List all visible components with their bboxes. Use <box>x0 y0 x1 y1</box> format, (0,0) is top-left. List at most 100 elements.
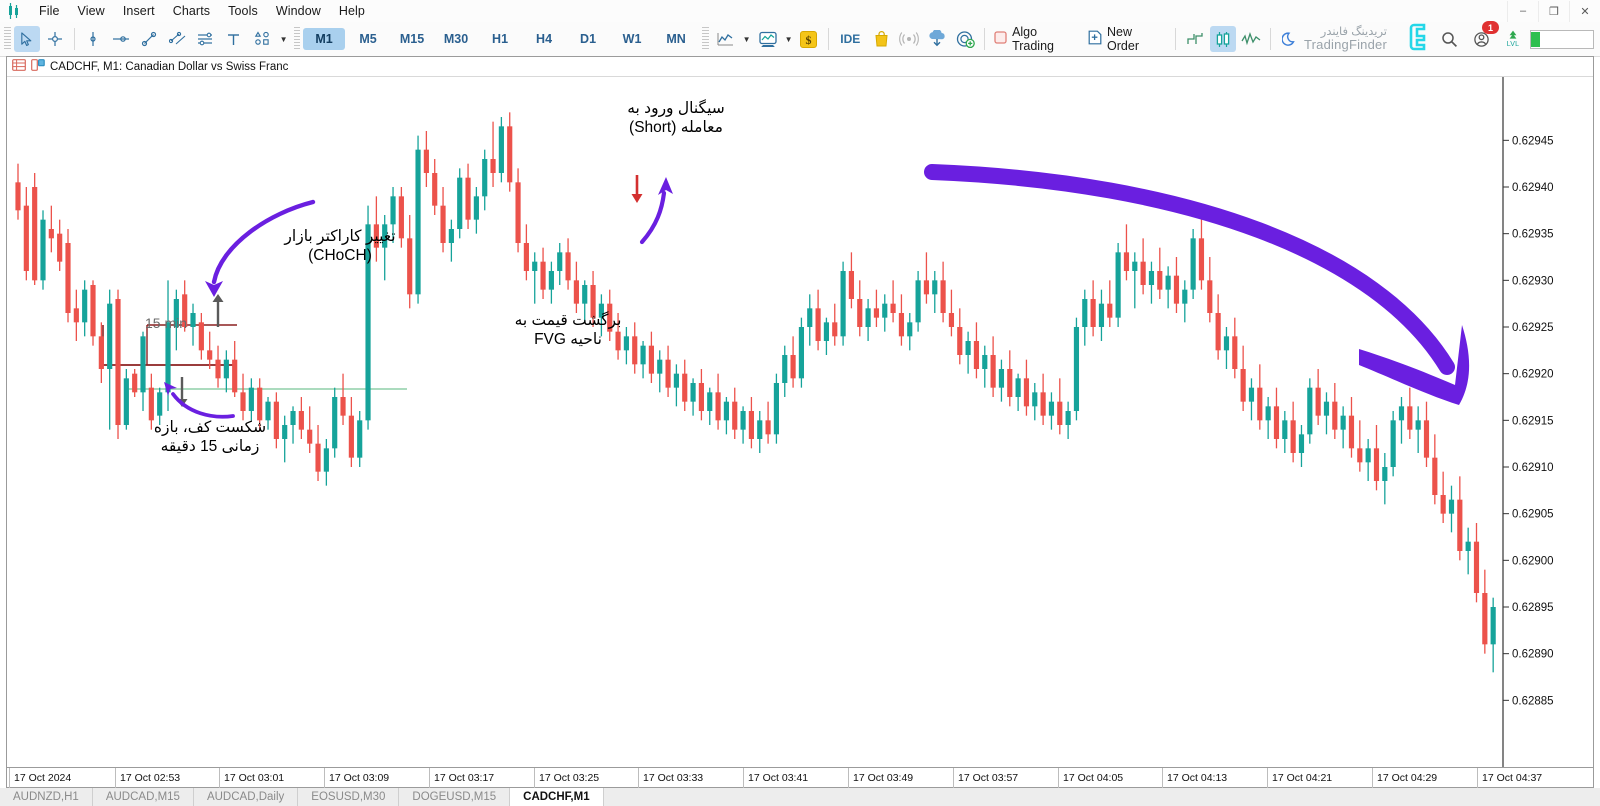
candle <box>873 289 880 327</box>
menu-item-tools[interactable]: Tools <box>219 2 267 20</box>
candle <box>1307 378 1313 444</box>
timeframe-h4[interactable]: H4 <box>523 28 565 50</box>
text-tool[interactable] <box>221 26 247 52</box>
shapes-tool-combo[interactable]: ▼ <box>248 26 290 52</box>
market-button[interactable] <box>868 26 894 52</box>
candle <box>890 280 896 323</box>
timeframe-w1[interactable]: W1 <box>611 28 653 50</box>
time-tick-label: 17 Oct 03:57 <box>953 768 1018 788</box>
toolbar-divider-5 <box>1269 28 1271 50</box>
algo-trading-icon <box>994 31 1007 47</box>
candle <box>1190 229 1196 299</box>
account-balance-bar[interactable] <box>1530 29 1594 49</box>
new-order-label: New Order <box>1107 25 1139 53</box>
candle <box>1340 406 1346 449</box>
line-chart-type-combo[interactable]: ▼ <box>711 26 753 52</box>
chart-tab-audnzd-h1[interactable]: AUDNZD,H1 <box>0 788 93 806</box>
timeframe-m1[interactable]: M1 <box>303 28 346 50</box>
signals-button[interactable] <box>896 26 922 52</box>
candle <box>73 289 79 341</box>
timeframe-m5[interactable]: M5 <box>347 28 389 50</box>
candle <box>1032 383 1038 421</box>
vps-button[interactable] <box>924 26 950 52</box>
chart-tab-eosusd-m30[interactable]: EOSUSD,M30 <box>298 788 400 806</box>
timeframe-m15[interactable]: M15 <box>391 28 433 50</box>
time-tick-label: 17 Oct 03:33 <box>638 768 703 788</box>
chevron-down-icon[interactable]: ▼ <box>741 26 753 52</box>
candle <box>765 401 771 444</box>
chevron-down-icon[interactable]: ▼ <box>278 26 290 52</box>
close-button[interactable]: ✕ <box>1569 0 1600 22</box>
toolbar-grip-timeframes[interactable] <box>293 27 301 51</box>
timeframe-d1[interactable]: D1 <box>567 28 609 50</box>
restore-button[interactable]: ❐ <box>1538 0 1569 22</box>
chart-tab-bar: AUDNZD,H1 AUDCAD,M15 AUDCAD,Daily EOSUSD,M3… <box>0 788 1600 806</box>
candle <box>1098 289 1105 341</box>
vertical-line-tool[interactable] <box>80 26 106 52</box>
chart-plot-area[interactable]: 0.62945 0.62940 0.62935 0.62930 0.62925 0.629… <box>7 77 1593 767</box>
zigzag-button[interactable] <box>1238 26 1264 52</box>
horizontal-line-tool[interactable] <box>108 26 134 52</box>
candle <box>740 406 746 444</box>
candle <box>1448 485 1455 533</box>
menu-item-help[interactable]: Help <box>330 2 374 20</box>
indicators-button[interactable] <box>754 26 782 52</box>
candlestick-chart-button[interactable] <box>1209 26 1236 52</box>
toolbar-grip-charttools[interactable] <box>702 27 709 51</box>
chart-tab-audcad-m15[interactable]: AUDCAD,M15 <box>92 788 194 806</box>
candle <box>1157 247 1163 299</box>
logo-mark-icon <box>1394 22 1428 56</box>
price-tick-group: 0.62945 0.62940 0.62935 0.62930 0.62925 0.629… <box>1503 135 1554 707</box>
timeframe-mn[interactable]: MN <box>655 28 697 50</box>
currency-button[interactable]: $ <box>796 26 822 52</box>
crosshair-tool[interactable] <box>42 26 68 52</box>
indicators-combo[interactable]: ▼ <box>753 26 795 52</box>
level-indicator[interactable]: LVL <box>1499 26 1527 52</box>
search-button[interactable] <box>1435 26 1463 52</box>
copy-trading-button[interactable] <box>952 26 978 52</box>
chart-tab-audcad-daily[interactable]: AUDCAD,Daily <box>193 788 299 806</box>
candle <box>990 336 996 397</box>
candle <box>107 289 113 430</box>
toolbar-divider-4 <box>1174 28 1176 50</box>
line-chart-type-button[interactable] <box>712 26 740 52</box>
candle <box>1473 523 1480 603</box>
menu-item-file[interactable]: File <box>30 2 69 20</box>
candle <box>723 397 729 435</box>
choch-annotation: تغییر کاراکتر بازار (CHoCH) <box>284 228 396 265</box>
candle <box>515 168 521 253</box>
timeframe-h1[interactable]: H1 <box>479 28 521 50</box>
algo-trading-button[interactable]: Algo Trading <box>990 25 1084 53</box>
menu-item-insert[interactable]: Insert <box>114 2 164 20</box>
candle <box>423 131 429 187</box>
low-break-arrow <box>164 382 235 419</box>
candle <box>1440 471 1446 523</box>
chart-header: CADCHF, M1: Canadian Dollar vs Swiss Fra… <box>7 57 1593 77</box>
step-chart-button[interactable] <box>1182 26 1208 52</box>
candle <box>415 135 421 304</box>
fibonacci-tool[interactable] <box>193 26 219 52</box>
minimize-button[interactable]: – <box>1507 0 1538 22</box>
timeframe-m30[interactable]: M30 <box>435 28 477 50</box>
candle <box>1023 359 1030 416</box>
menu-item-window[interactable]: Window <box>267 2 330 20</box>
candle <box>315 425 321 481</box>
select-cursor-tool[interactable] <box>13 26 40 52</box>
menu-item-charts[interactable]: Charts <box>164 2 219 20</box>
chart-tab-cadchf-m1[interactable]: CADCHF,M1 <box>510 788 604 806</box>
metaeditor-button[interactable]: IDE <box>834 26 866 52</box>
trendline-tool[interactable] <box>136 26 162 52</box>
chevron-down-icon[interactable]: ▼ <box>783 26 795 52</box>
channel-tool[interactable] <box>165 26 191 52</box>
account-button[interactable]: 1 <box>1467 21 1499 52</box>
candle <box>1465 527 1471 575</box>
toolbar-grip[interactable] <box>4 27 11 51</box>
candle <box>565 238 571 290</box>
new-order-button[interactable]: New Order <box>1084 25 1170 53</box>
candle <box>1073 317 1080 421</box>
candle <box>965 331 971 374</box>
chart-tab-dogeusd-m15[interactable]: DOGEUSD,M15 <box>399 788 511 806</box>
shapes-tool[interactable] <box>249 26 277 52</box>
menu-item-view[interactable]: View <box>69 2 114 20</box>
night-mode-button[interactable] <box>1277 26 1303 52</box>
